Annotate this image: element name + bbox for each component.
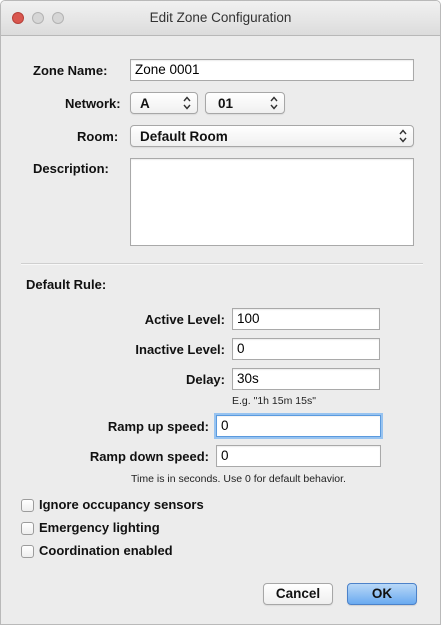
ramp-hint: Time is in seconds. Use 0 for default be… bbox=[131, 473, 346, 485]
network-number-value: 01 bbox=[218, 96, 234, 111]
room-value: Default Room bbox=[140, 129, 228, 144]
delay-field[interactable]: 30s bbox=[232, 368, 380, 390]
ramp-up-field[interactable]: 0 bbox=[216, 415, 381, 437]
delay-hint: E.g. "1h 15m 15s" bbox=[232, 395, 316, 407]
coordination-enabled-label: Coordination enabled bbox=[39, 543, 173, 558]
updown-arrows-icon bbox=[399, 129, 407, 143]
description-label: Description: bbox=[33, 161, 109, 176]
checkbox-box[interactable] bbox=[21, 545, 34, 558]
separator bbox=[21, 263, 423, 265]
dialog-window: Edit Zone Configuration Zone Name: Zone … bbox=[0, 0, 441, 625]
ramp-down-label: Ramp down speed: bbox=[89, 449, 209, 464]
active-level-label: Active Level: bbox=[144, 312, 225, 327]
emergency-lighting-label: Emergency lighting bbox=[39, 520, 160, 535]
coordination-enabled-checkbox[interactable]: Coordination enabled bbox=[21, 543, 271, 561]
updown-arrows-icon bbox=[270, 96, 278, 110]
network-number-select[interactable]: 01 bbox=[205, 92, 285, 114]
ignore-occupancy-label: Ignore occupancy sensors bbox=[39, 497, 204, 512]
default-rule-heading: Default Rule: bbox=[26, 277, 107, 292]
active-level-field[interactable]: 100 bbox=[232, 308, 380, 330]
ok-button[interactable]: OK bbox=[347, 583, 417, 605]
checkbox-box[interactable] bbox=[21, 522, 34, 535]
ignore-occupancy-checkbox[interactable]: Ignore occupancy sensors bbox=[21, 497, 271, 515]
inactive-level-field[interactable]: 0 bbox=[232, 338, 380, 360]
zone-name-field[interactable]: Zone 0001 bbox=[130, 59, 414, 81]
inactive-level-label: Inactive Level: bbox=[135, 342, 225, 357]
description-textarea[interactable] bbox=[130, 158, 414, 246]
room-select[interactable]: Default Room bbox=[130, 125, 414, 147]
ramp-down-field[interactable]: 0 bbox=[216, 445, 381, 467]
network-letter-value: A bbox=[140, 96, 150, 111]
network-letter-select[interactable]: A bbox=[130, 92, 198, 114]
updown-arrows-icon bbox=[183, 96, 191, 110]
network-label: Network: bbox=[65, 96, 121, 111]
zone-name-label: Zone Name: bbox=[33, 63, 108, 78]
delay-label: Delay: bbox=[185, 372, 225, 387]
room-label: Room: bbox=[77, 129, 119, 144]
ramp-up-label: Ramp up speed: bbox=[107, 419, 209, 434]
title-bar[interactable]: Edit Zone Configuration bbox=[1, 1, 440, 36]
cancel-button[interactable]: Cancel bbox=[263, 583, 333, 605]
window-title: Edit Zone Configuration bbox=[149, 10, 292, 25]
emergency-lighting-checkbox[interactable]: Emergency lighting bbox=[21, 520, 271, 538]
checkbox-box[interactable] bbox=[21, 499, 34, 512]
